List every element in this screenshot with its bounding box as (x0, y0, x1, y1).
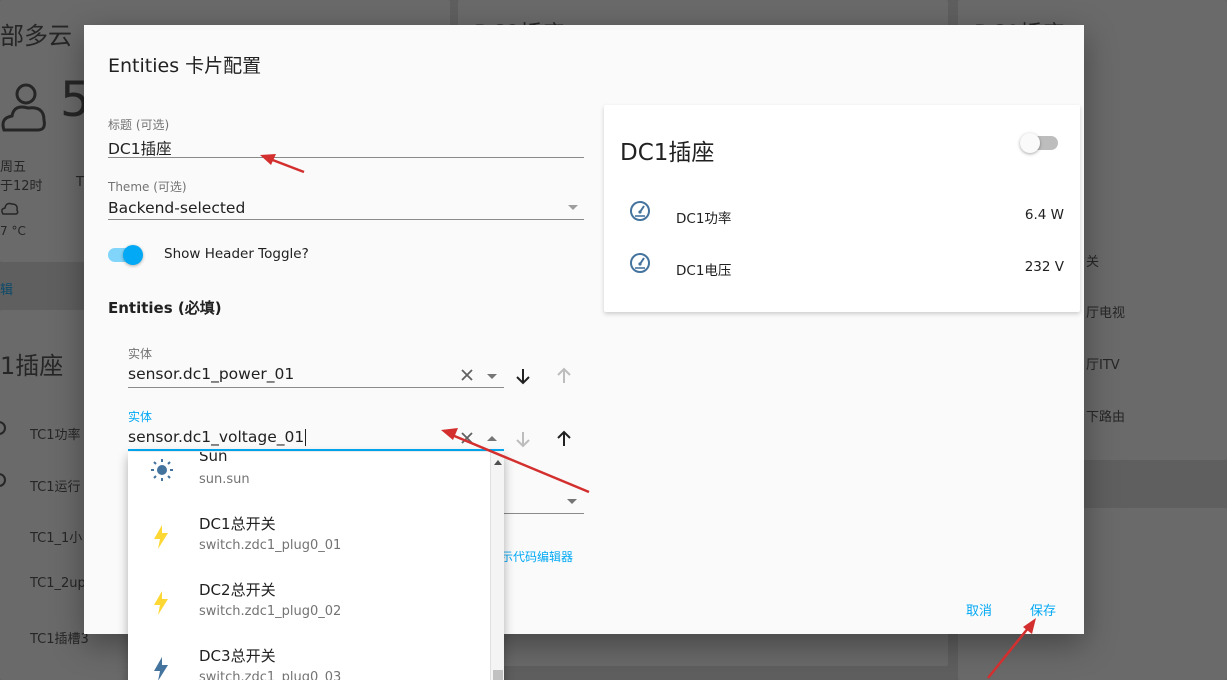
annotation-arrows (260, 154, 1036, 679)
